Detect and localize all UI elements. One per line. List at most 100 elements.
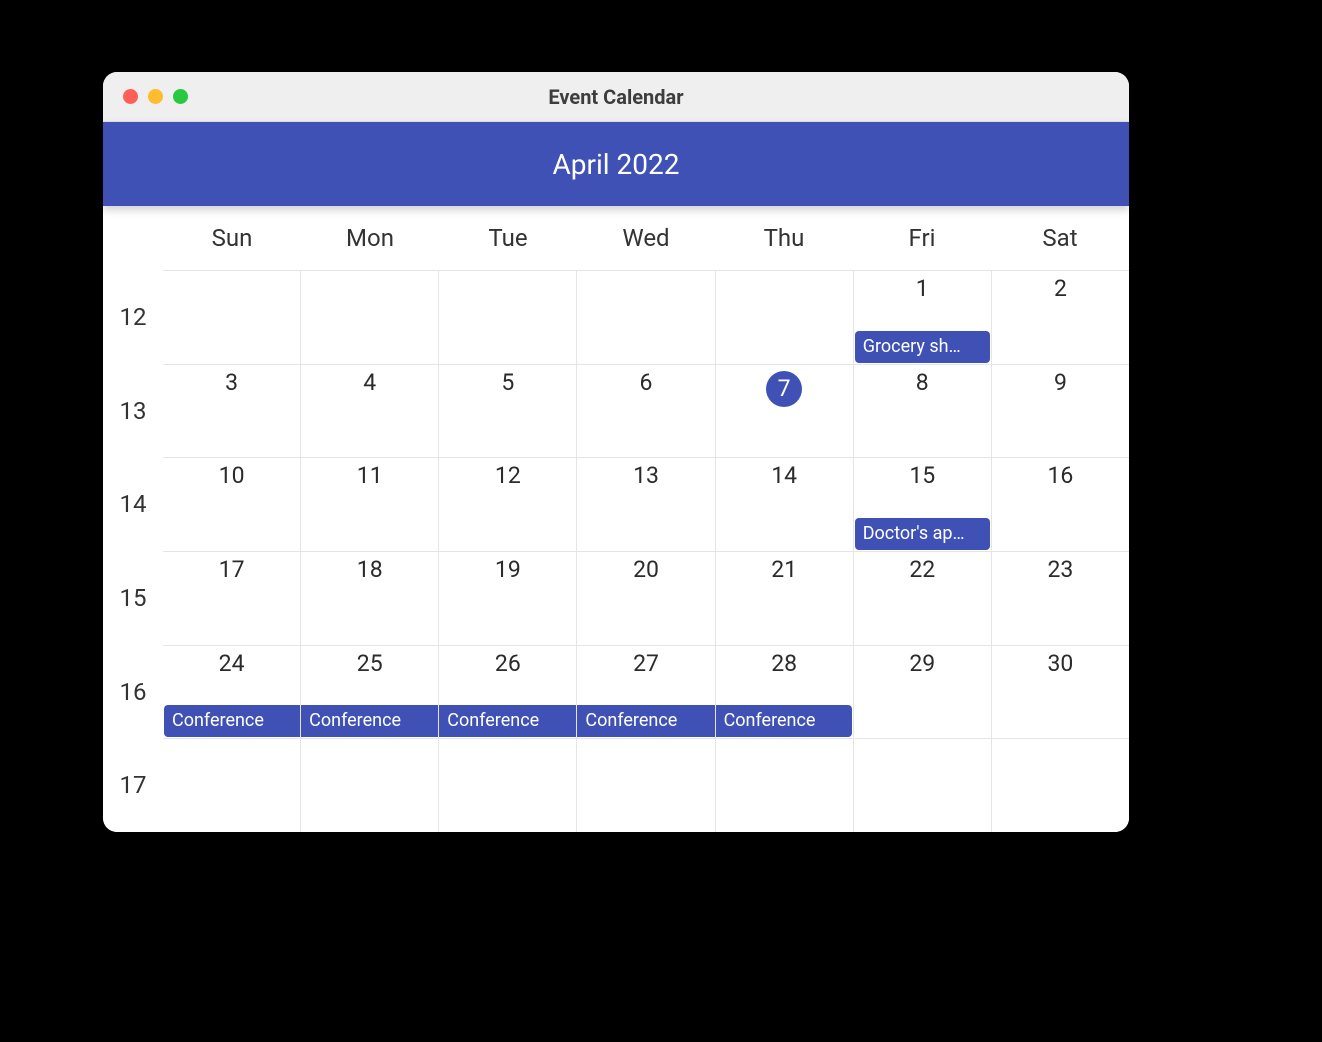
calendar-event[interactable]: Conference <box>577 705 714 737</box>
day-cell[interactable] <box>715 738 853 832</box>
day-cell[interactable] <box>715 270 853 364</box>
day-number: 10 <box>219 462 245 489</box>
day-number: 3 <box>225 369 238 396</box>
day-cell[interactable] <box>300 270 438 364</box>
day-cell[interactable]: 9 <box>991 364 1129 458</box>
day-number: 12 <box>495 462 521 489</box>
dow-label: Fri <box>853 206 991 270</box>
day-number: 28 <box>771 650 797 677</box>
day-cell[interactable]: 14 <box>715 457 853 551</box>
week-number: 16 <box>103 645 163 739</box>
day-number: 22 <box>909 556 935 583</box>
day-cell[interactable]: 16 <box>991 457 1129 551</box>
day-cell[interactable]: 1Grocery sh… <box>853 270 991 364</box>
week-number: 14 <box>103 457 163 551</box>
day-number: 8 <box>916 369 929 396</box>
dow-label: Tue <box>439 206 577 270</box>
day-number: 29 <box>909 650 935 677</box>
calendar-area: 12 13 14 15 16 17 Sun Mon Tue Wed Thu Fr… <box>103 206 1129 832</box>
week-row <box>163 738 1129 832</box>
day-number: 19 <box>495 556 521 583</box>
day-cell[interactable]: 3 <box>163 364 300 458</box>
day-cell[interactable] <box>163 738 300 832</box>
day-cell[interactable]: 11 <box>300 457 438 551</box>
day-number: 7 <box>766 371 802 407</box>
day-cell[interactable]: 24 Conference <box>163 645 300 739</box>
day-cell[interactable] <box>853 738 991 832</box>
day-cell[interactable]: 20 <box>576 551 714 645</box>
day-number: 11 <box>357 462 383 489</box>
day-cell[interactable]: 6 <box>576 364 714 458</box>
calendar-event[interactable]: Conference <box>164 705 300 737</box>
day-number: 15 <box>909 462 935 489</box>
calendar-event[interactable]: Grocery sh… <box>855 331 990 363</box>
dow-label: Wed <box>577 206 715 270</box>
day-cell[interactable]: 21 <box>715 551 853 645</box>
day-number: 17 <box>219 556 245 583</box>
window-title: Event Calendar <box>548 85 683 109</box>
day-number: 20 <box>633 556 659 583</box>
day-cell[interactable] <box>576 270 714 364</box>
day-cell[interactable]: 12 <box>438 457 576 551</box>
calendar-grid: Sun Mon Tue Wed Thu Fri Sat 1Grocery sh…… <box>163 206 1129 832</box>
zoom-icon[interactable] <box>173 89 188 104</box>
minimize-icon[interactable] <box>148 89 163 104</box>
dow-label: Mon <box>301 206 439 270</box>
day-cell[interactable] <box>438 270 576 364</box>
day-number: 16 <box>1047 462 1073 489</box>
day-number: 18 <box>357 556 383 583</box>
month-header: April 2022 <box>103 122 1129 206</box>
week-row: 17 18 19 20 21 22 23 <box>163 551 1129 645</box>
calendar-event[interactable]: Conference <box>439 705 576 737</box>
day-number: 9 <box>1054 369 1067 396</box>
day-number: 21 <box>771 556 797 583</box>
window-controls <box>123 89 188 104</box>
day-cell[interactable]: 7 <box>715 364 853 458</box>
dow-label: Thu <box>715 206 853 270</box>
day-number: 6 <box>640 369 653 396</box>
day-cell[interactable] <box>300 738 438 832</box>
day-number: 25 <box>357 650 383 677</box>
day-cell[interactable]: 22 <box>853 551 991 645</box>
week-number: 13 <box>103 364 163 458</box>
day-cell[interactable] <box>991 738 1129 832</box>
titlebar[interactable]: Event Calendar <box>103 72 1129 122</box>
day-number: 5 <box>501 369 514 396</box>
day-number: 14 <box>771 462 797 489</box>
day-cell[interactable]: 5 <box>438 364 576 458</box>
week-row: 1Grocery sh…2 <box>163 270 1129 364</box>
day-cell[interactable]: 4 <box>300 364 438 458</box>
day-cell[interactable]: 29 <box>853 645 991 739</box>
calendar-event[interactable]: Conference <box>301 705 438 737</box>
day-cell[interactable]: 15 Doctor's ap… <box>853 457 991 551</box>
day-cell[interactable]: 25 Conference <box>300 645 438 739</box>
day-cell[interactable]: 8 <box>853 364 991 458</box>
day-cell[interactable]: 19 <box>438 551 576 645</box>
day-cell[interactable]: 28 Conference <box>715 645 853 739</box>
week-number: 17 <box>103 738 163 832</box>
day-cell[interactable] <box>438 738 576 832</box>
day-cell[interactable]: 18 <box>300 551 438 645</box>
day-cell[interactable] <box>163 270 300 364</box>
day-number: 23 <box>1047 556 1073 583</box>
week-number: 12 <box>103 270 163 364</box>
day-cell[interactable] <box>576 738 714 832</box>
app-window: Event Calendar April 2022 12 13 14 15 16… <box>103 72 1129 832</box>
dow-label: Sat <box>991 206 1129 270</box>
day-number: 13 <box>633 462 659 489</box>
calendar-event[interactable]: Conference <box>716 705 852 737</box>
day-cell[interactable]: 27Conference <box>576 645 714 739</box>
dow-label: Sun <box>163 206 301 270</box>
day-cell[interactable]: 2 <box>991 270 1129 364</box>
week-row: 24Conference25Conference26Conference27Co… <box>163 645 1129 739</box>
day-cell[interactable]: 26Conference <box>438 645 576 739</box>
calendar-event[interactable]: Doctor's ap… <box>855 518 990 550</box>
week-number: 15 <box>103 551 163 645</box>
day-number: 24 <box>219 650 245 677</box>
close-icon[interactable] <box>123 89 138 104</box>
day-cell[interactable]: 13 <box>576 457 714 551</box>
day-cell[interactable]: 10 <box>163 457 300 551</box>
day-cell[interactable]: 30 <box>991 645 1129 739</box>
day-cell[interactable]: 23 <box>991 551 1129 645</box>
day-cell[interactable]: 17 <box>163 551 300 645</box>
